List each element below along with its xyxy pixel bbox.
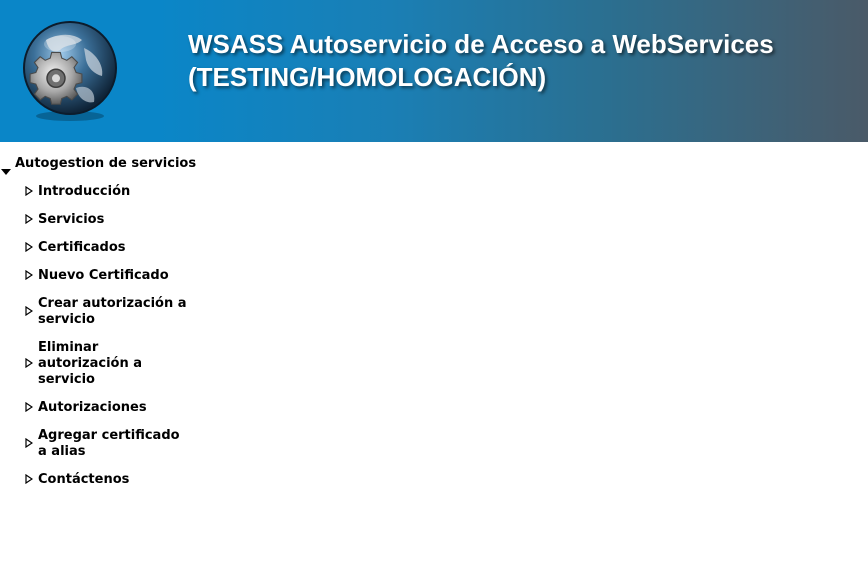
sidebar-item-label: Contáctenos — [38, 472, 130, 487]
header-banner: WSASS Autoservicio de Acceso a WebServic… — [0, 0, 868, 142]
sidebar-item-label: Introducción — [38, 184, 131, 199]
page-title-line2: (TESTING/HOMOLOGACIÓN) — [188, 62, 547, 92]
sidebar-item-label: Crear autorización a servicio — [38, 296, 187, 327]
triangle-right-icon — [25, 270, 33, 280]
sidebar-item-servicios[interactable]: Servicios — [0, 212, 188, 228]
triangle-right-icon — [25, 358, 33, 368]
triangle-right-icon — [25, 474, 33, 484]
sidebar-item-label: Nuevo Certificado — [38, 268, 169, 283]
triangle-down-icon — [1, 169, 11, 175]
triangle-right-icon — [25, 242, 33, 252]
triangle-right-icon — [25, 186, 33, 196]
triangle-right-icon — [25, 306, 33, 316]
sidebar-item-crear-autorizacion[interactable]: Crear autorización a servicio — [0, 296, 188, 328]
page-title: WSASS Autoservicio de Acceso a WebServic… — [188, 28, 858, 94]
sidebar-item-certificados[interactable]: Certificados — [0, 240, 188, 256]
triangle-right-icon — [25, 438, 33, 448]
sidebar-item-label: Certificados — [38, 240, 126, 255]
sidebar-item-label: Eliminar autorización a servicio — [38, 340, 143, 387]
sidebar-item-agregar-certificado-alias[interactable]: Agregar certificado a alias — [0, 428, 188, 460]
triangle-right-icon — [25, 214, 33, 224]
sidebar-item-nuevo-certificado[interactable]: Nuevo Certificado — [0, 268, 188, 284]
sidebar-item-eliminar-autorizacion[interactable]: Eliminar autorización a servicio — [0, 340, 168, 388]
sidebar-group-autogestion[interactable]: Autogestion de servicios — [0, 156, 200, 175]
sidebar-item-list: Introducción Servicios Certificados Nuev… — [0, 184, 200, 488]
triangle-right-icon — [25, 402, 33, 412]
sidebar-item-introduccion[interactable]: Introducción — [0, 184, 188, 200]
sidebar-group-label: Autogestion de servicios — [15, 156, 197, 171]
sidebar-item-label: Autorizaciones — [38, 400, 147, 415]
globe-gear-logo-icon — [16, 14, 120, 122]
sidebar-item-label: Agregar certificado a alias — [38, 428, 180, 459]
sidebar-nav: Autogestion de servicios Introducción Se… — [0, 156, 200, 500]
sidebar-item-contactenos[interactable]: Contáctenos — [0, 472, 188, 488]
page-title-line1: WSASS Autoservicio de Acceso a WebServic… — [188, 29, 774, 59]
sidebar-item-autorizaciones[interactable]: Autorizaciones — [0, 400, 188, 416]
sidebar-item-label: Servicios — [38, 212, 105, 227]
